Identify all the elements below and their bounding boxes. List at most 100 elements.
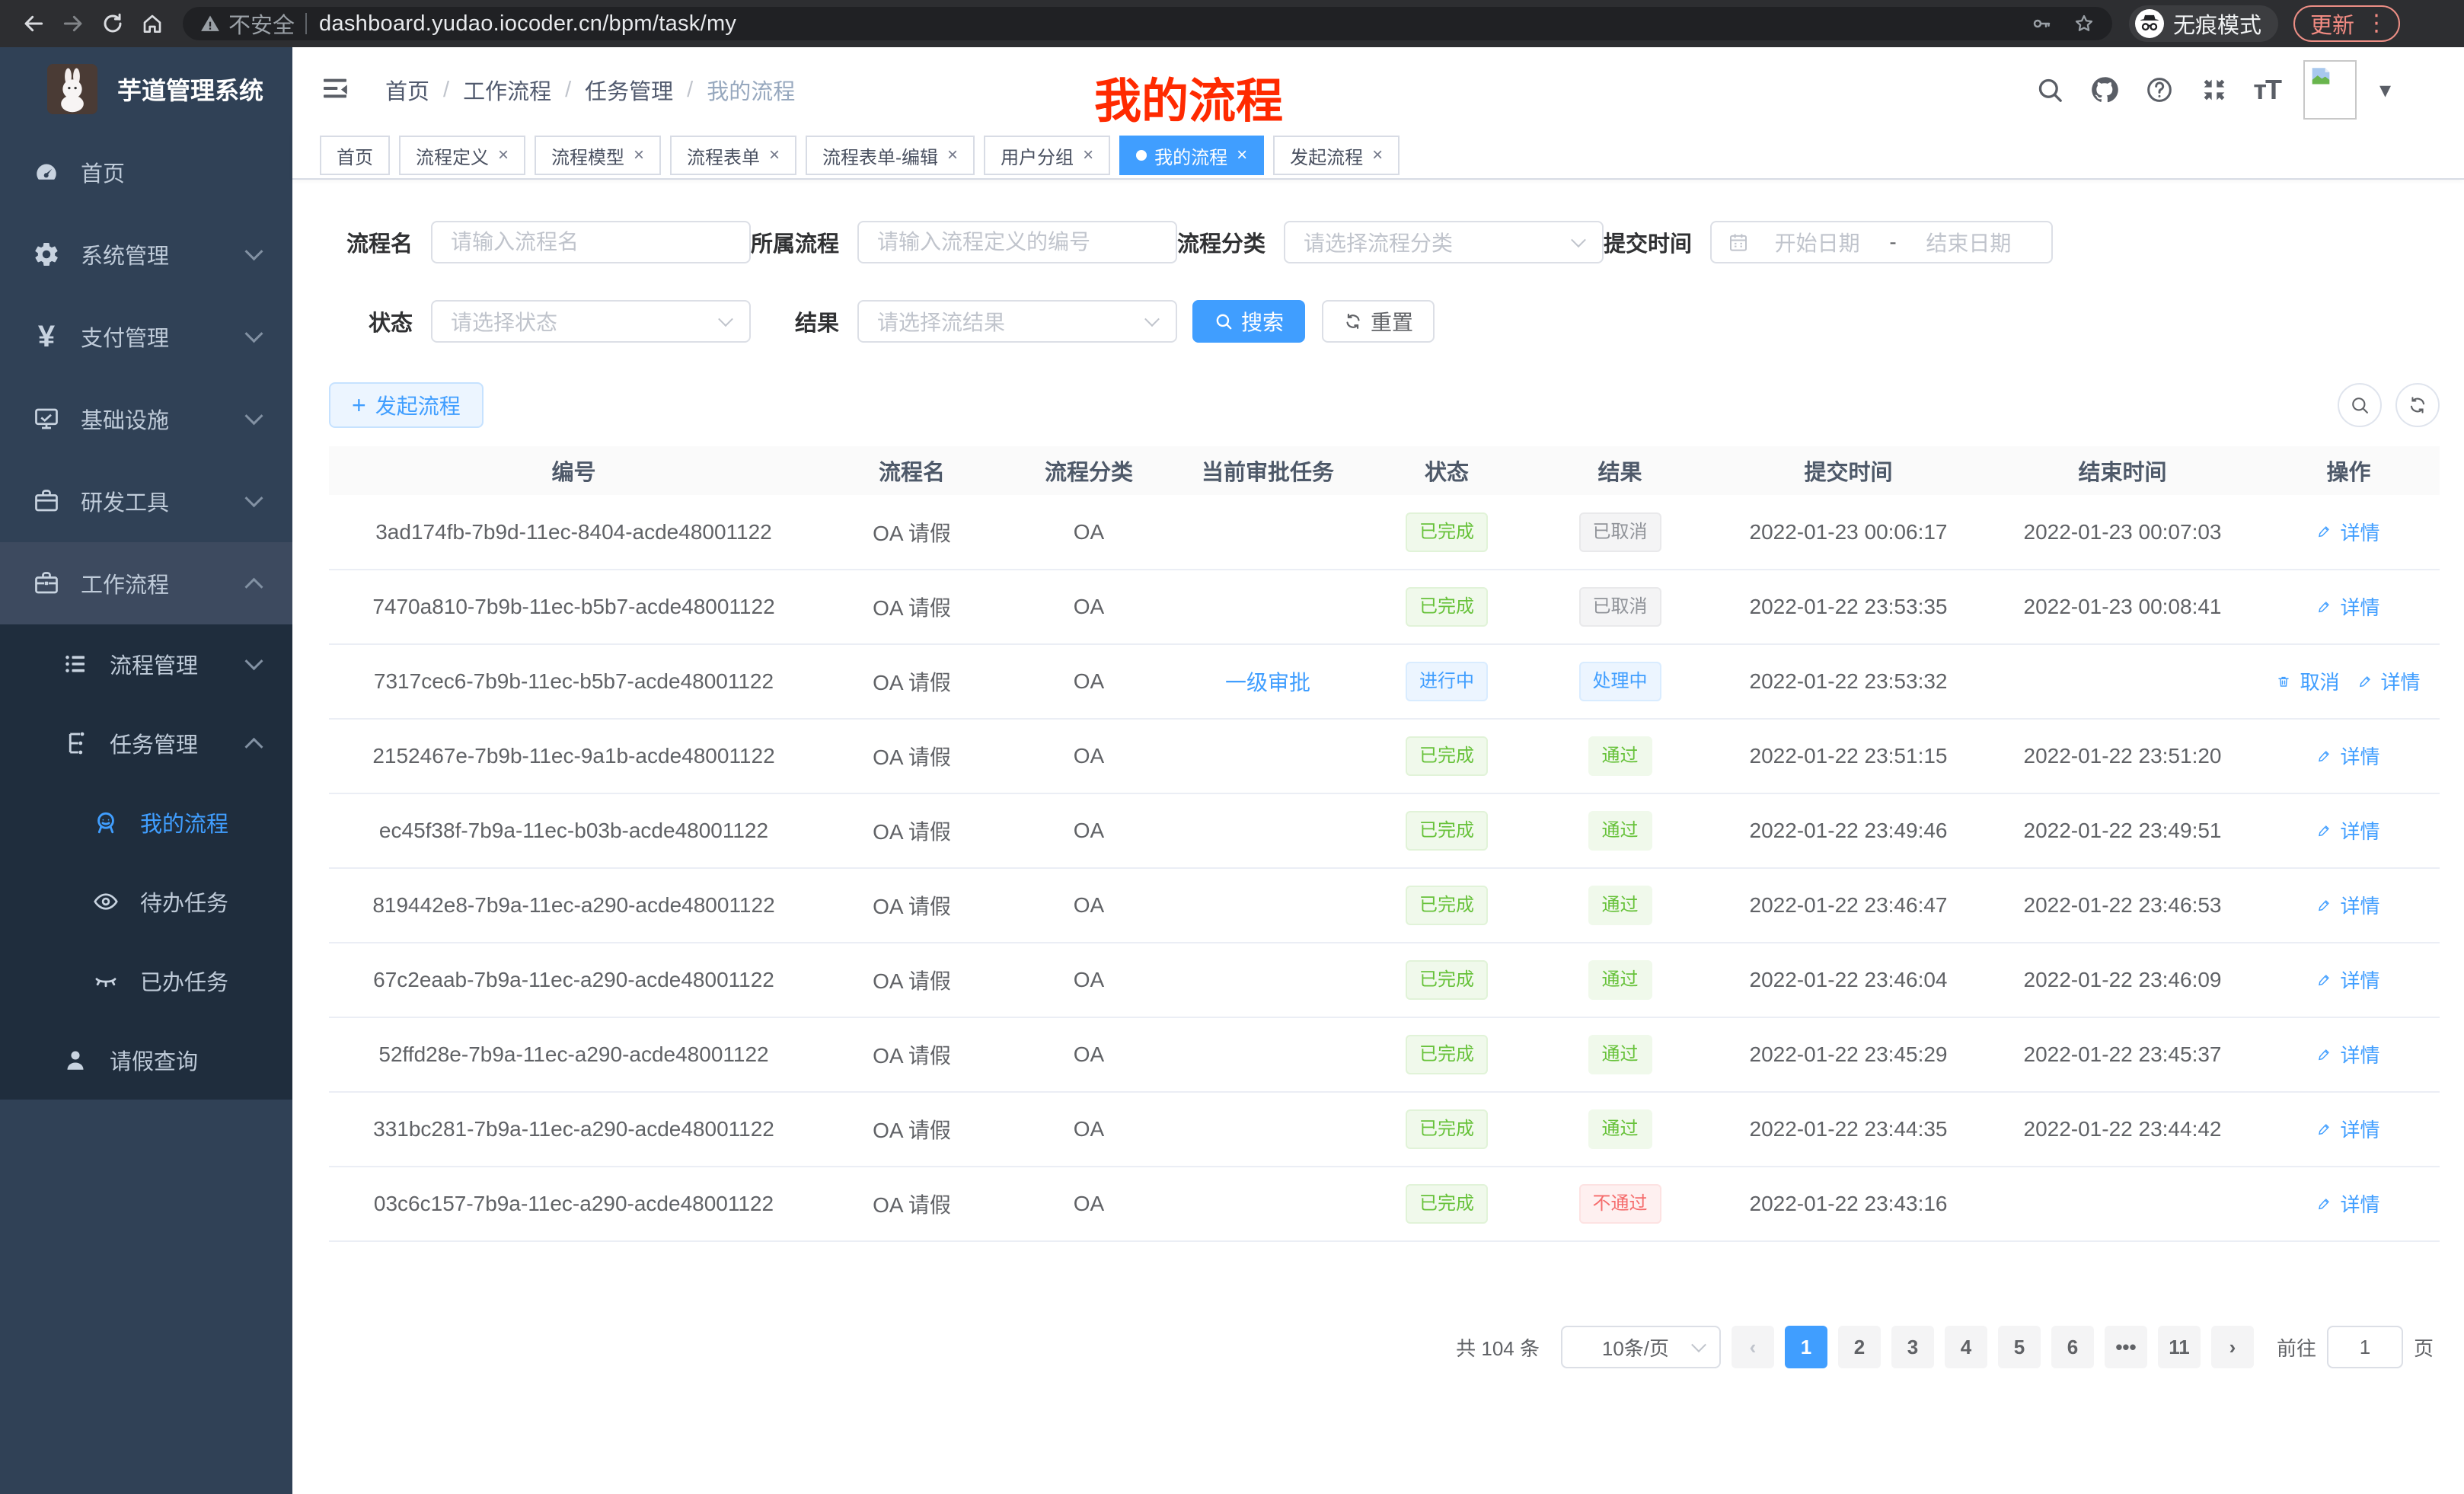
sidebar-item-done-tasks[interactable]: 已办任务 xyxy=(0,941,292,1020)
plus-icon: + xyxy=(352,393,366,417)
close-icon[interactable]: × xyxy=(769,145,780,166)
page-button-6[interactable]: 6 xyxy=(2051,1326,2094,1368)
detail-link[interactable]: 详情 xyxy=(2358,667,2421,695)
tab-用户分组[interactable]: 用户分组× xyxy=(984,136,1110,175)
page-button-3[interactable]: 3 xyxy=(1891,1326,1934,1368)
tab-流程模型[interactable]: 流程模型× xyxy=(535,136,661,175)
breadcrumb-item[interactable]: 首页 xyxy=(385,74,429,106)
column-header: 结束时间 xyxy=(1987,446,2258,495)
address-bar[interactable]: 不安全 dashboard.yudao.iocoder.cn/bpm/task/… xyxy=(183,7,2112,40)
prev-page-button[interactable]: ‹ xyxy=(1732,1326,1774,1368)
detail-link[interactable]: 详情 xyxy=(2317,518,2379,546)
page-button-4[interactable]: 4 xyxy=(1945,1326,1987,1368)
table-row: 03c6c157-7b9a-11ec-a290-acde48001122OA 请… xyxy=(329,1167,2440,1241)
tab-流程定义[interactable]: 流程定义× xyxy=(399,136,525,175)
page-button-1[interactable]: 1 xyxy=(1785,1326,1827,1368)
sidebar-item-label: 任务管理 xyxy=(110,727,247,759)
page-button-2[interactable]: 2 xyxy=(1838,1326,1881,1368)
help-icon[interactable] xyxy=(2143,74,2175,106)
tab-首页[interactable]: 首页 xyxy=(320,136,390,175)
browser-reload-button[interactable] xyxy=(93,4,132,43)
current-task-link[interactable]: 一级审批 xyxy=(1225,671,1310,694)
submit-time-range[interactable]: 开始日期 - 结束日期 xyxy=(1710,221,2053,263)
security-label[interactable]: 不安全 xyxy=(228,8,295,40)
browser-update-button[interactable]: 更新 ⋮ xyxy=(2293,5,2400,42)
reset-button[interactable]: 重置 xyxy=(1322,300,1435,343)
tab-流程表单-编辑[interactable]: 流程表单-编辑× xyxy=(806,136,975,175)
sidebar-item-payment[interactable]: ¥支付管理 xyxy=(0,295,292,378)
status-select[interactable]: 请选择状态 xyxy=(431,300,751,343)
cell-status: 已完成 xyxy=(1363,1167,1530,1241)
detail-link[interactable]: 详情 xyxy=(2317,966,2379,994)
bookmark-star-icon[interactable] xyxy=(2073,12,2095,35)
search-icon[interactable] xyxy=(2034,74,2066,106)
edit-icon xyxy=(2317,1120,2335,1138)
process-name-input[interactable] xyxy=(431,221,751,263)
url-text[interactable]: dashboard.yudao.iocoder.cn/bpm/task/my xyxy=(319,11,2010,37)
sidebar-collapse-icon[interactable] xyxy=(320,73,353,107)
close-icon[interactable]: × xyxy=(1083,145,1093,166)
sidebar-item-leave-query[interactable]: 请假查询 xyxy=(0,1020,292,1100)
detail-link[interactable]: 详情 xyxy=(2317,592,2379,621)
sidebar-item-infra[interactable]: 基础设施 xyxy=(0,378,292,460)
sidebar-item-system[interactable]: 系统管理 xyxy=(0,213,292,295)
detail-link[interactable]: 详情 xyxy=(2317,816,2379,844)
browser-back-button[interactable] xyxy=(14,4,53,43)
definition-input[interactable] xyxy=(857,221,1177,263)
sidebar-item-process-mgmt[interactable]: 流程管理 xyxy=(0,624,292,704)
close-icon[interactable]: × xyxy=(498,145,509,166)
goto-page-input[interactable] xyxy=(2327,1326,2403,1368)
tabs-bar: 首页流程定义× 流程模型×流程表单× 流程表单-编辑×用户分组×我的流程×发起流程× xyxy=(292,132,2464,180)
refresh-table-button[interactable] xyxy=(2395,383,2440,427)
action-label: 取消 xyxy=(2300,667,2339,695)
tab-流程表单[interactable]: 流程表单× xyxy=(670,136,796,175)
password-key-icon[interactable] xyxy=(2030,12,2053,35)
search-button[interactable]: 搜索 xyxy=(1192,300,1305,343)
start-date-placeholder[interactable]: 开始日期 xyxy=(1750,227,1885,257)
next-page-button[interactable]: › xyxy=(2211,1326,2254,1368)
detail-link[interactable]: 详情 xyxy=(2317,1115,2379,1143)
avatar-caret-icon[interactable]: ▾ xyxy=(2379,77,2391,104)
page-size-select[interactable]: 10条/页 xyxy=(1561,1326,1721,1368)
sidebar-item-task-mgmt[interactable]: 任务管理 xyxy=(0,704,292,783)
end-date-placeholder[interactable]: 结束日期 xyxy=(1901,227,2036,257)
breadcrumb-item[interactable]: 工作流程 xyxy=(463,74,551,106)
tab-我的流程[interactable]: 我的流程× xyxy=(1119,136,1264,175)
close-icon[interactable]: × xyxy=(1372,145,1383,166)
result-select[interactable]: 请选择流结果 xyxy=(857,300,1177,343)
browser-forward-button[interactable] xyxy=(53,4,93,43)
fullscreen-icon[interactable] xyxy=(2198,74,2230,106)
tab-发起流程[interactable]: 发起流程× xyxy=(1273,136,1400,175)
font-size-icon[interactable]: тT xyxy=(2253,74,2280,106)
create-process-button[interactable]: + 发起流程 xyxy=(329,382,484,428)
close-icon[interactable]: × xyxy=(634,145,644,166)
avatar[interactable] xyxy=(2303,60,2357,120)
sidebar-menu-top: 首页系统管理¥支付管理基础设施研发工具工作流程 xyxy=(0,131,292,624)
sidebar-item-label: 基础设施 xyxy=(81,403,247,435)
category-select[interactable]: 请选择流程分类 xyxy=(1284,221,1604,263)
sidebar-item-todo-tasks[interactable]: 待办任务 xyxy=(0,862,292,941)
cell-result: 通过 xyxy=(1530,868,1709,943)
detail-link[interactable]: 详情 xyxy=(2317,742,2379,770)
sidebar-item-workflow[interactable]: 工作流程 xyxy=(0,542,292,624)
cell-category: OA xyxy=(1005,1167,1173,1241)
browser-home-button[interactable] xyxy=(132,4,172,43)
close-icon[interactable]: × xyxy=(1237,145,1247,166)
cell-actions: 详情 xyxy=(2258,793,2440,868)
result-badge: 通过 xyxy=(1588,736,1652,776)
detail-link[interactable]: 详情 xyxy=(2317,1189,2379,1218)
page-button-5[interactable]: 5 xyxy=(1998,1326,2041,1368)
detail-link[interactable]: 详情 xyxy=(2317,1040,2379,1068)
toggle-search-button[interactable] xyxy=(2338,383,2382,427)
sidebar-item-devtools[interactable]: 研发工具 xyxy=(0,460,292,542)
github-icon[interactable] xyxy=(2089,74,2121,106)
cell-status: 已完成 xyxy=(1363,570,1530,644)
page-button-11[interactable]: 11 xyxy=(2158,1326,2201,1368)
detail-link[interactable]: 详情 xyxy=(2317,891,2379,919)
cancel-link[interactable]: 取消 xyxy=(2277,667,2339,695)
browser-menu-icon[interactable]: ⋮ xyxy=(2365,12,2388,35)
breadcrumb-item[interactable]: 任务管理 xyxy=(585,74,673,106)
close-icon[interactable]: × xyxy=(947,145,958,166)
sidebar-item-home[interactable]: 首页 xyxy=(0,131,292,213)
sidebar-item-my-process[interactable]: 我的流程 xyxy=(0,783,292,862)
